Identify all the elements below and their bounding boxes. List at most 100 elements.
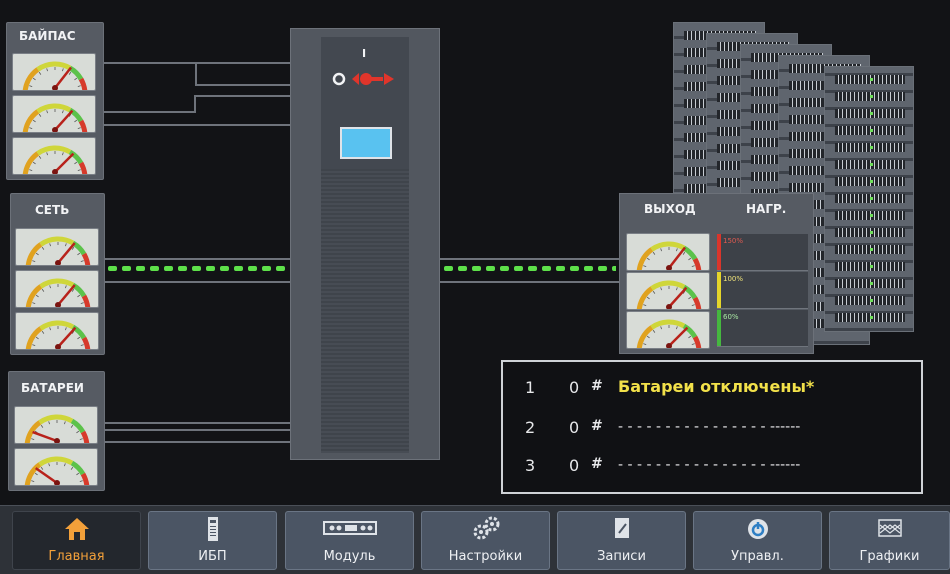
nav-settings-button[interactable]: Настройки [421, 511, 550, 570]
ups-cabinet[interactable]: I [290, 28, 440, 460]
output-gauge-1[interactable] [626, 233, 710, 271]
gauge-tick [65, 327, 67, 331]
event-row-2[interactable]: 2 0 # - - - - - - - - - - - - - - - - --… [503, 416, 921, 444]
load-label-150: 150% [723, 237, 744, 245]
event-count: 0 [569, 418, 580, 437]
gauge-hub [666, 265, 672, 270]
bypass-wire-2 [195, 62, 197, 84]
event-index: 3 [525, 456, 536, 475]
gauge-tick [46, 68, 48, 72]
nav-charts-button[interactable]: Графики [829, 511, 950, 570]
gauge-scale-arc [22, 151, 40, 174]
nav-home-button[interactable]: Главная [12, 511, 141, 570]
gauge-tick [74, 161, 78, 165]
gauge-tick [643, 343, 647, 345]
power-flow-segment [528, 266, 537, 271]
gauge-scale-arc [22, 67, 40, 90]
nav-module-button[interactable]: Модуль [285, 511, 414, 570]
gauge-hub [666, 304, 672, 309]
gauge-scale-arc [36, 145, 72, 156]
gauge-scale-arc [650, 241, 686, 252]
gauge-needle [57, 326, 77, 348]
gauge-tick [646, 257, 650, 261]
gauge-tick [64, 421, 66, 425]
gauge-tick [29, 127, 33, 129]
bypass-wire-5 [194, 95, 196, 113]
nav-control-button[interactable]: Управл. [693, 511, 822, 570]
gauge-tick [76, 430, 80, 434]
gauge-scale-arc [24, 462, 42, 485]
ups-grill [321, 169, 409, 453]
gauge-scale-arc [650, 280, 686, 291]
gauge-tick [660, 326, 662, 330]
gauge-needle [54, 109, 74, 131]
mains-title: СЕТЬ [35, 203, 70, 217]
gauge-tick [32, 260, 36, 262]
gauge-tick [29, 85, 33, 87]
gauge-tick [682, 251, 686, 255]
output-gauge-3[interactable] [626, 311, 710, 349]
charts-icon [877, 519, 902, 537]
gauge-tick [660, 248, 662, 252]
gauge-tick [68, 71, 72, 75]
bypass-gauge-3[interactable] [12, 137, 96, 175]
gauge-scale-arc [692, 296, 702, 309]
event-row-3[interactable]: 3 0 # - - - - - - - - - - - - - - - - --… [503, 454, 921, 482]
rack-led [870, 197, 873, 200]
mains-gauge-2[interactable] [15, 270, 99, 308]
bypass-title: БАЙПАС [19, 29, 76, 43]
gauge-needle [32, 430, 58, 443]
nav-ups-label: ИБП [198, 549, 227, 564]
gauge-needle [668, 326, 689, 347]
rack-led [870, 316, 873, 319]
rack-led [870, 282, 873, 285]
gauge-scale-arc [81, 336, 91, 349]
power-flow-segment [500, 266, 509, 271]
gauge-tick [35, 336, 39, 340]
nav-records-button[interactable]: Записи [557, 511, 686, 570]
rack-led [870, 265, 873, 268]
output-gauge-2[interactable] [626, 272, 710, 310]
settings-icon [473, 516, 499, 540]
gauge-needle [57, 284, 76, 306]
breaker-switch-icon[interactable] [332, 69, 402, 89]
event-row-1[interactable]: 1 0 # Батареи отключены* [503, 376, 921, 404]
gauge-scale-arc [636, 286, 654, 309]
bypass-gauge-2[interactable] [12, 95, 96, 133]
event-log[interactable]: 1 0 # Батареи отключены* 2 0 # - - - - -… [501, 360, 923, 494]
gauge-tick [48, 421, 50, 425]
power-flow-segment [276, 266, 285, 271]
rack-led [870, 95, 873, 98]
power-flow-segment [514, 266, 523, 271]
power-flow-segment [122, 266, 131, 271]
power-flow-segment [108, 266, 117, 271]
nav-settings-label: Настройки [448, 549, 523, 564]
gauge-tick [646, 335, 650, 339]
gauge-tick [77, 127, 81, 129]
mains-gauge-3[interactable] [15, 312, 99, 350]
load-stripe-100 [717, 272, 721, 308]
gauge-tick [77, 169, 81, 171]
mains-gauge-1[interactable] [15, 228, 99, 266]
load-level-60: 60% [717, 310, 808, 347]
gauge-scale-arc [636, 325, 654, 348]
mains-wire-bottom [104, 281, 290, 283]
battery-gauge-2[interactable] [14, 448, 98, 486]
gauge-tick [32, 344, 36, 346]
gauge-tick [652, 329, 656, 333]
rack-led [870, 112, 873, 115]
gauge-scale-arc [692, 257, 702, 270]
output-power-flow [444, 266, 616, 271]
power-flow-segment [612, 266, 616, 271]
battery-gauge-1[interactable] [14, 406, 98, 444]
gauge-needle [57, 242, 76, 264]
gauge-tick [688, 296, 692, 300]
gauge-tick [32, 161, 36, 165]
nav-ups-button[interactable]: ИБП [148, 511, 277, 570]
gauge-scale-arc [25, 284, 43, 307]
gauge-tick [32, 302, 36, 304]
gauge-scale-arc [38, 456, 74, 467]
records-icon [614, 518, 629, 538]
gauge-hub [54, 438, 60, 443]
bypass-gauge-1[interactable] [12, 53, 96, 91]
